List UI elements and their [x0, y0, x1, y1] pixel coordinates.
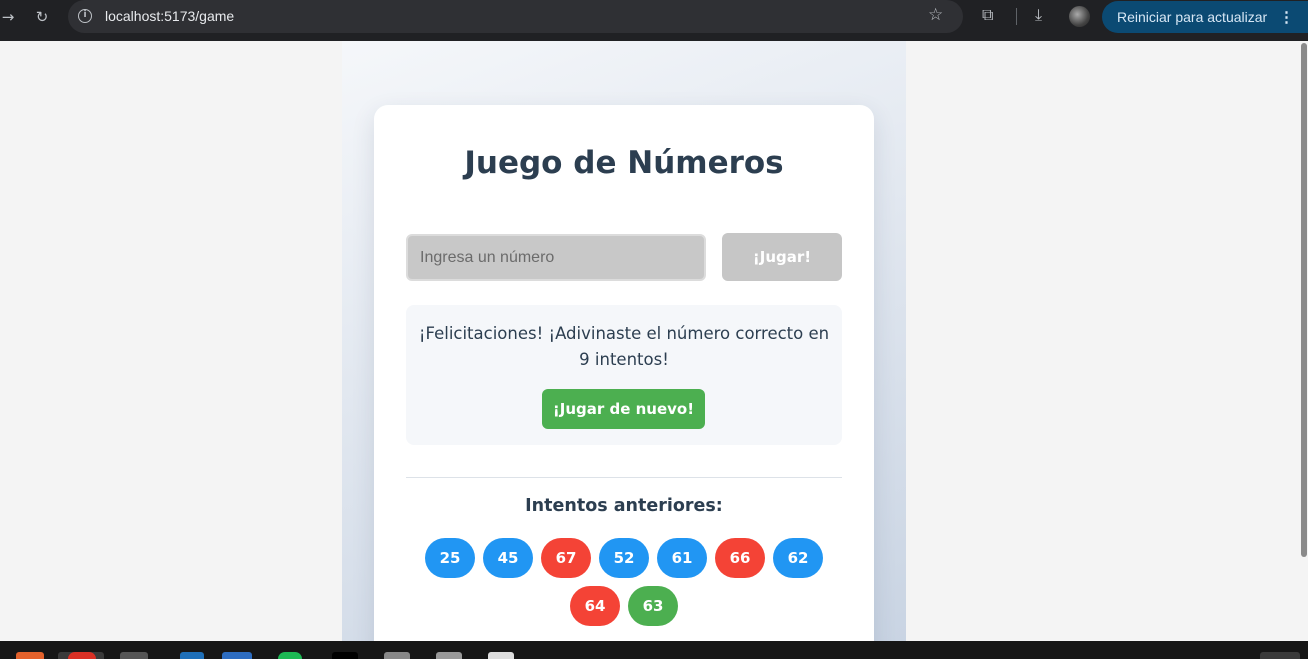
- profile-avatar[interactable]: [1069, 6, 1090, 27]
- taskbar-app-icon[interactable]: [436, 652, 462, 659]
- attempt-chip: 61: [657, 538, 707, 578]
- taskbar-app-icon[interactable]: [120, 652, 148, 659]
- result-message-box: ¡Felicitaciones! ¡Adivinaste el número c…: [406, 305, 842, 445]
- toolbar-divider: [1016, 8, 1017, 25]
- download-icon[interactable]: ⤓: [1035, 5, 1042, 25]
- extensions-icon[interactable]: ⧉: [982, 5, 993, 25]
- attempt-chip: 66: [715, 538, 765, 578]
- play-again-button[interactable]: ¡Jugar de nuevo!: [542, 389, 705, 429]
- update-browser-label: Reiniciar para actualizar: [1117, 9, 1268, 25]
- attempt-chip: 62: [773, 538, 823, 578]
- taskbar-app-icon[interactable]: [332, 652, 358, 659]
- taskbar-app-icon[interactable]: [278, 652, 302, 659]
- show-apps-icon[interactable]: [1260, 652, 1300, 659]
- taskbar-app-icon[interactable]: [180, 652, 204, 659]
- attempt-chip: 52: [599, 538, 649, 578]
- scrollbar-thumb[interactable]: [1301, 43, 1307, 557]
- os-taskbar: [0, 641, 1308, 659]
- number-input[interactable]: [406, 234, 706, 281]
- taskbar-app-icon[interactable]: [222, 652, 252, 659]
- attempt-chip: 45: [483, 538, 533, 578]
- forward-icon[interactable]: →: [0, 4, 22, 30]
- site-info-icon[interactable]: i: [78, 9, 92, 23]
- attempt-chip: 67: [541, 538, 591, 578]
- attempt-chip: 25: [425, 538, 475, 578]
- page-viewport: Juego de Números ¡Jugar! ¡Felicitaciones…: [0, 41, 1300, 641]
- bookmark-star-icon[interactable]: ☆: [928, 5, 943, 25]
- taskbar-app-icon[interactable]: [488, 652, 514, 659]
- taskbar-app-icon[interactable]: [16, 652, 44, 659]
- attempt-chip: 63: [628, 586, 678, 626]
- success-message: ¡Felicitaciones! ¡Adivinaste el número c…: [418, 324, 830, 369]
- taskbar-app-icon[interactable]: [384, 652, 410, 659]
- update-browser-button[interactable]: Reiniciar para actualizar ⋮: [1102, 1, 1308, 33]
- browser-app-icon[interactable]: [68, 652, 96, 659]
- game-card: Juego de Números ¡Jugar! ¡Felicitaciones…: [374, 105, 874, 641]
- scrollbar[interactable]: [1300, 41, 1308, 641]
- reload-icon[interactable]: ↻: [28, 4, 56, 30]
- play-button[interactable]: ¡Jugar!: [722, 233, 842, 281]
- url-text: localhost:5173/game: [105, 8, 235, 24]
- browser-toolbar: → ↻ i localhost:5173/game ☆ ⧉ ⤓ Reinicia…: [0, 0, 1308, 41]
- section-divider: [406, 477, 842, 478]
- attempt-chip: 64: [570, 586, 620, 626]
- history-title: Intentos anteriores:: [525, 496, 723, 516]
- attempt-history: 25 45 67 52 61 66 62 64 63: [414, 538, 834, 626]
- address-bar[interactable]: i localhost:5173/game ☆: [68, 0, 963, 33]
- menu-kebab-icon[interactable]: ⋮: [1279, 8, 1294, 26]
- page-title: Juego de Números: [464, 145, 784, 181]
